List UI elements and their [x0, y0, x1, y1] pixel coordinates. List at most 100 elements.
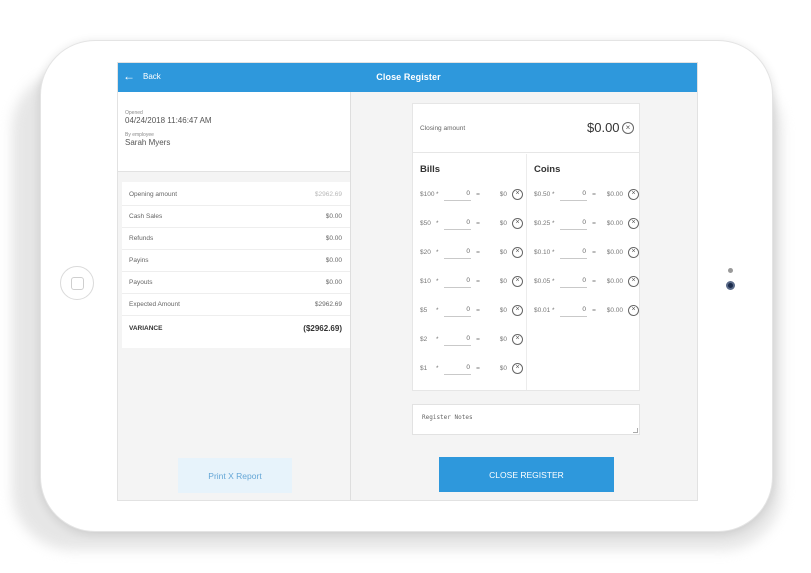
variance-label: VARIANCE [129, 324, 163, 332]
denomination: $0.10 [534, 248, 551, 256]
quantity-input[interactable]: 0 [560, 245, 587, 259]
row-total: $0.00 [606, 219, 623, 227]
quantity-input[interactable]: 0 [560, 187, 587, 201]
circle-x-icon[interactable]: × [628, 246, 639, 258]
denomination: $0.05 [534, 277, 551, 285]
summary-label: Refunds [129, 235, 154, 242]
summary-row: Expected Amount $2962.69 [122, 294, 350, 316]
resize-handle[interactable] [633, 428, 638, 433]
row-total: $0 [499, 306, 507, 314]
page-title: Close Register [376, 72, 441, 82]
camera [726, 281, 735, 290]
app-screen: ← Back Close Register Opened 04/24/2018 … [117, 62, 698, 501]
summary-row: Cash Sales $0.00 [122, 206, 350, 228]
circle-x-icon[interactable]: × [512, 217, 523, 229]
closing-amount-row: Closing amount $0.00 × [413, 104, 639, 153]
denomination: $5 [420, 306, 428, 314]
employee-value: Sarah Myers [125, 138, 171, 147]
circle-x-icon[interactable]: × [512, 333, 523, 345]
summary-value: $0.00 [325, 213, 342, 220]
row-total: $0 [499, 364, 507, 372]
circle-x-icon[interactable]: × [512, 275, 523, 287]
denomination: $0.25 [534, 219, 551, 227]
row-total: $0 [499, 190, 507, 198]
denomination: $0.50 [534, 190, 551, 198]
sensor [728, 268, 733, 273]
coin-row: $0.25 * 0 = $0.00 × [534, 213, 639, 233]
quantity-input[interactable]: 0 [444, 361, 471, 375]
bill-row: $50 * 0 = $0 × [420, 213, 523, 233]
quantity-input[interactable]: 0 [444, 245, 471, 259]
summary-value: $2962.69 [314, 191, 342, 198]
circle-x-icon[interactable]: × [628, 188, 639, 200]
bill-row: $10 * 0 = $0 × [420, 271, 523, 291]
row-total: $0 [499, 248, 507, 256]
denomination: $50 [420, 219, 431, 227]
quantity-input[interactable]: 0 [444, 332, 471, 346]
summary-label: Payins [129, 257, 149, 264]
circle-x-icon[interactable]: × [512, 188, 523, 200]
coin-row: $0.05 * 0 = $0.00 × [534, 271, 639, 291]
summary-row: Opening amount $2962.69 [122, 184, 350, 206]
row-total: $0 [499, 219, 507, 227]
summary-label: Opening amount [129, 191, 178, 198]
denomination: $100 [420, 190, 435, 198]
summary-row: Payins $0.00 [122, 250, 350, 272]
circle-x-icon[interactable]: × [628, 304, 639, 316]
summary-label: Payouts [129, 279, 153, 286]
row-total: $0 [499, 277, 507, 285]
cash-count-card: Closing amount $0.00 × Bills Coins $100 … [412, 103, 640, 391]
bills-heading: Bills [420, 164, 441, 175]
row-total: $0.00 [606, 190, 623, 198]
print-x-report-button[interactable]: Print X Report [178, 458, 292, 493]
denomination: $2 [420, 335, 428, 343]
coin-row: $0.10 * 0 = $0.00 × [534, 242, 639, 262]
left-panel: Opened 04/24/2018 11:46:47 AM By employe… [118, 92, 351, 500]
circle-x-icon[interactable]: × [622, 122, 634, 134]
summary-value: $0.00 [325, 279, 342, 286]
summary-label: Cash Sales [129, 213, 163, 220]
quantity-input[interactable]: 0 [444, 274, 471, 288]
circle-x-icon[interactable]: × [512, 246, 523, 258]
summary-value: $0.00 [325, 257, 342, 264]
quantity-input[interactable]: 0 [444, 216, 471, 230]
coins-heading: Coins [534, 164, 561, 175]
notes-placeholder: Register Notes [422, 414, 473, 421]
summary-value: $2962.69 [314, 301, 342, 308]
right-panel: Closing amount $0.00 × Bills Coins $100 … [352, 92, 697, 500]
summary-label: Expected Amount [129, 301, 180, 308]
circle-x-icon[interactable]: × [628, 275, 639, 287]
variance-row: VARIANCE ($2962.69) [122, 317, 350, 339]
row-total: $0.00 [606, 248, 623, 256]
top-bar: ← Back Close Register [118, 63, 697, 92]
quantity-input[interactable]: 0 [444, 187, 471, 201]
quantity-input[interactable]: 0 [560, 274, 587, 288]
circle-x-icon[interactable]: × [512, 362, 523, 374]
closing-amount-value: $0.00 [587, 120, 620, 135]
circle-x-icon[interactable]: × [512, 304, 523, 316]
bill-row: $2 * 0 = $0 × [420, 329, 523, 349]
coin-row: $0.50 * 0 = $0.00 × [534, 184, 639, 204]
quantity-input[interactable]: 0 [444, 303, 471, 317]
denomination: $1 [420, 364, 428, 372]
variance-value: ($2962.69) [303, 323, 342, 333]
home-button [60, 266, 94, 300]
bill-row: $5 * 0 = $0 × [420, 300, 523, 320]
closing-amount-label: Closing amount [420, 125, 466, 132]
denomination: $0.01 [534, 306, 551, 314]
quantity-input[interactable]: 0 [560, 216, 587, 230]
row-total: $0.00 [606, 277, 623, 285]
summary-row: Refunds $0.00 [122, 228, 350, 250]
row-total: $0 [499, 335, 507, 343]
register-notes-input[interactable]: Register Notes [412, 404, 640, 435]
summary-row: Payouts $0.00 [122, 272, 350, 294]
denomination: $10 [420, 277, 431, 285]
opened-value: 04/24/2018 11:46:47 AM [125, 116, 212, 125]
close-register-button[interactable]: CLOSE REGISTER [439, 457, 614, 492]
row-total: $0.00 [606, 306, 623, 314]
quantity-input[interactable]: 0 [560, 303, 587, 317]
bill-row: $20 * 0 = $0 × [420, 242, 523, 262]
column-divider [526, 154, 527, 390]
circle-x-icon[interactable]: × [628, 217, 639, 229]
denomination: $20 [420, 248, 431, 256]
